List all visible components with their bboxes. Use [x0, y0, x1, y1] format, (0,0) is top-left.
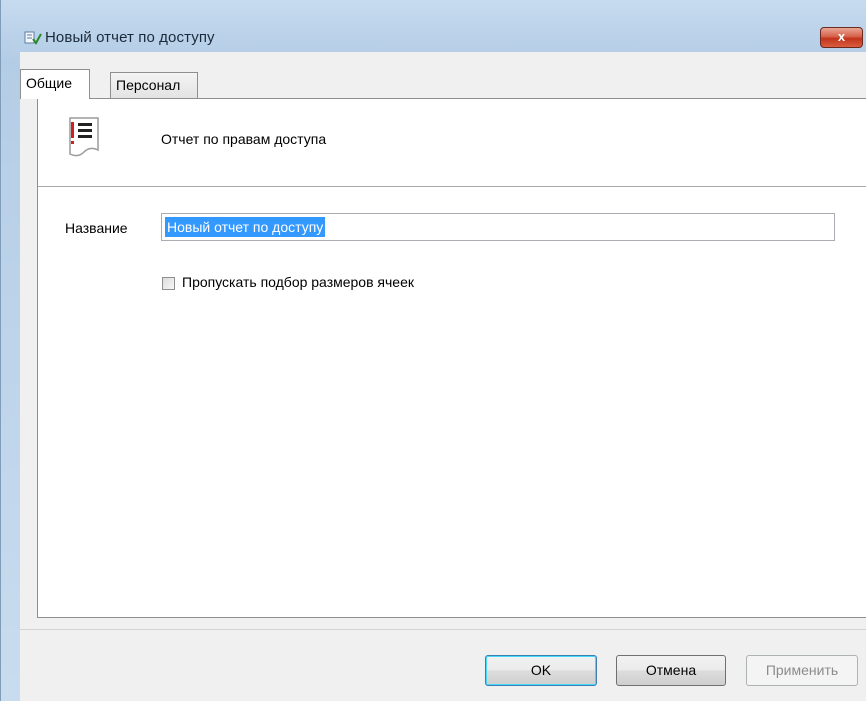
tab-panel-general — [37, 98, 866, 618]
name-input-value[interactable]: Новый отчет по доступу — [165, 217, 326, 237]
report-document-icon — [64, 116, 104, 160]
report-type-label: Отчет по правам доступа — [161, 131, 327, 147]
dialog-window: Новый отчет по доступу x Общие Персонал … — [0, 0, 866, 701]
close-icon: x — [837, 29, 846, 44]
footer-divider — [20, 629, 866, 630]
cancel-button[interactable]: Отмена — [616, 655, 726, 686]
report-access-icon — [24, 30, 42, 46]
tab-general[interactable]: Общие — [20, 69, 90, 99]
skip-cell-sizing-checkbox[interactable] — [162, 277, 175, 290]
ok-button[interactable]: OK — [485, 655, 597, 686]
apply-button[interactable]: Применить — [746, 655, 858, 686]
close-button[interactable]: x — [820, 27, 863, 48]
tab-general-label: Общие — [26, 75, 73, 91]
window-title: Новый отчет по доступу — [45, 29, 215, 46]
tab-strip: Общие Персонал — [20, 69, 866, 100]
section-divider — [38, 186, 866, 187]
tab-personnel-label: Персонал — [116, 77, 181, 93]
name-label: Название — [65, 220, 128, 236]
title-bar[interactable]: Новый отчет по доступу x — [1, 0, 866, 48]
tab-personnel[interactable]: Персонал — [110, 72, 198, 98]
skip-cell-sizing-label[interactable]: Пропускать подбор размеров ячеек — [182, 274, 414, 290]
